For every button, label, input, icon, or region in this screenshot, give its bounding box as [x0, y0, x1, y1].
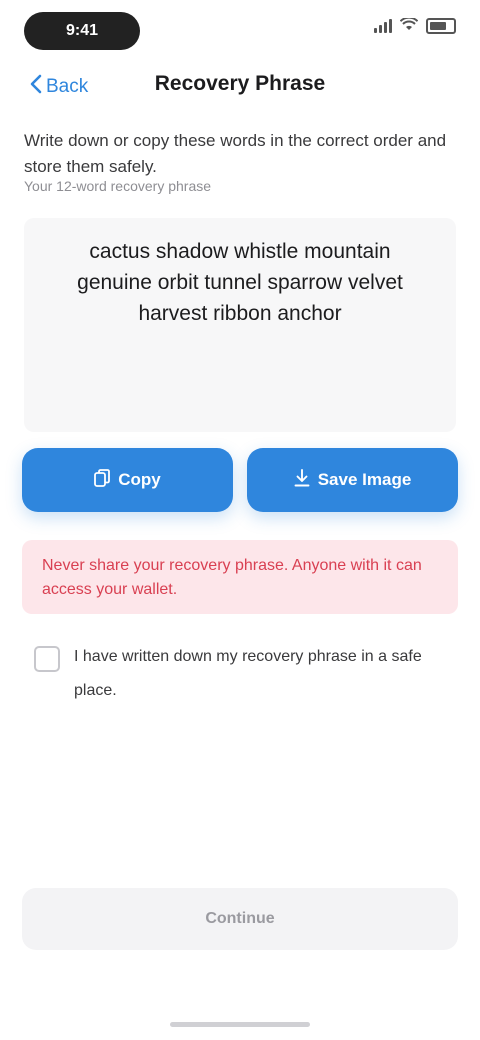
- copy-button-label: Copy: [118, 470, 161, 489]
- phrase-caption: Your 12-word recovery phrase: [24, 178, 212, 194]
- confirm-checkbox[interactable]: [34, 646, 60, 672]
- action-buttons: Copy Save Image: [22, 448, 458, 512]
- battery-icon: [426, 18, 456, 34]
- nav-bar: Back Recovery Phrase: [0, 62, 480, 108]
- download-icon: [294, 468, 310, 492]
- warning-text: Never share your recovery phrase. Anyone…: [42, 557, 422, 598]
- security-warning: Never share your recovery phrase. Anyone…: [22, 540, 458, 614]
- page-title: Recovery Phrase: [154, 72, 326, 95]
- recovery-phrase-text: cactus shadow whistle mountain genuine o…: [77, 240, 403, 325]
- confirm-row[interactable]: I have written down my recovery phrase i…: [34, 640, 446, 708]
- save-image-button[interactable]: Save Image: [247, 448, 458, 512]
- status-time: 9:41: [24, 12, 140, 50]
- instruction-text: Write down or copy these words in the co…: [24, 131, 447, 176]
- copy-icon: [94, 468, 111, 492]
- recovery-phrase-box: cactus shadow whistle mountain genuine o…: [24, 218, 456, 432]
- status-bar: 9:41: [0, 0, 480, 60]
- confirm-text: I have written down my recovery phrase i…: [74, 648, 422, 699]
- copy-button[interactable]: Copy: [22, 448, 233, 512]
- wifi-icon: [399, 16, 419, 34]
- home-indicator: [170, 1022, 310, 1027]
- status-indicators: [374, 16, 456, 34]
- save-button-label: Save Image: [317, 470, 412, 489]
- continue-button[interactable]: Continue: [22, 888, 458, 950]
- signal-icon: [374, 19, 392, 33]
- recovery-phrase-screen: 9:41 Back Recovery Phrase Write down or …: [0, 0, 480, 1040]
